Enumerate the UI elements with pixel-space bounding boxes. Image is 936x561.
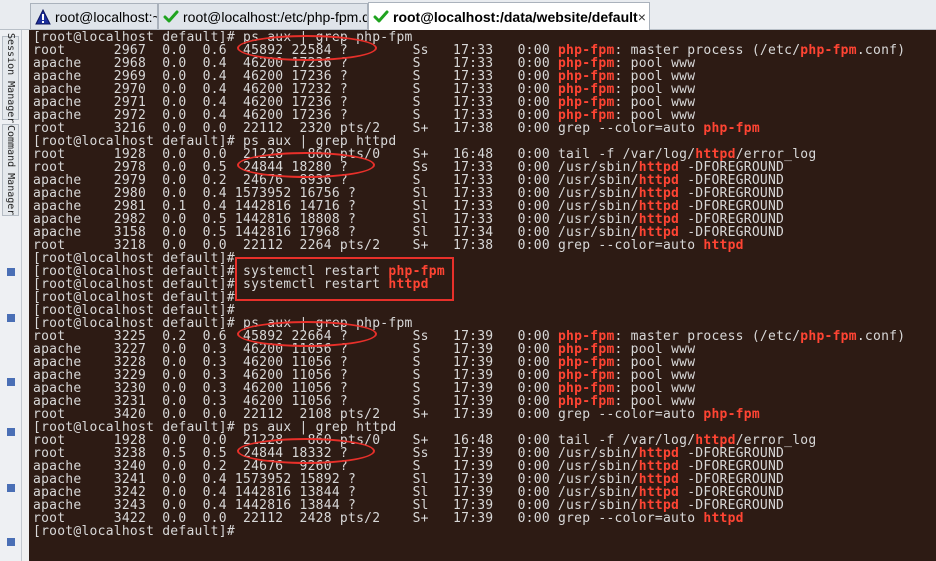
sidebar-marker-icon (7, 484, 15, 492)
tab-label: root@localhost:/etc/php-fpm.d (183, 8, 368, 25)
highlight-match: php-fpm (703, 121, 760, 136)
sidebar-marker-icon (7, 538, 15, 546)
highlight-match: php-fpm (703, 407, 760, 422)
session-manager-label: Session Manager (5, 32, 16, 124)
annotation-ellipse-httpd-after (237, 438, 375, 464)
tab-label: root@localhost:/data/website/default (393, 8, 638, 25)
sidebar-marker-icon (7, 428, 15, 436)
tab-root-home[interactable]: root@localhost:~ (30, 3, 158, 29)
highlight-match: httpd (703, 511, 744, 526)
session-manager-tab[interactable]: Session Manager (2, 32, 19, 124)
left-sidebar: Session Manager Command Manager (0, 30, 22, 561)
tab-data-website-default[interactable]: root@localhost:/data/website/default × (368, 2, 650, 30)
tab-close-icon[interactable]: × (638, 9, 646, 25)
sidebar-marker-icon (7, 314, 15, 322)
warning-triangle-icon (35, 8, 51, 24)
sidebar-marker-icon (7, 268, 15, 276)
annotation-rect-restart-commands (235, 257, 454, 301)
command-manager-tab[interactable]: Command Manager (2, 124, 19, 216)
annotation-ellipse-httpd-before (237, 152, 375, 178)
green-check-icon (163, 10, 179, 22)
tab-label: root@localhost:~ (55, 8, 158, 25)
terminal-window[interactable]: [root@localhost default]# ps aux | grep … (29, 30, 936, 561)
terminal-output: [root@localhost default]# ps aux | grep … (33, 31, 905, 538)
command-manager-label: Command Manager (5, 124, 16, 216)
annotation-ellipse-php-fpm-after (237, 321, 377, 347)
highlight-match: httpd (703, 238, 744, 253)
terminal-line: [root@localhost default]# (33, 524, 235, 539)
tab-bar: root@localhost:~ root@localhost:/etc/php… (0, 0, 936, 30)
tab-php-fpm-d[interactable]: root@localhost:/etc/php-fpm.d (158, 3, 368, 29)
annotation-ellipse-php-fpm-before (237, 35, 377, 61)
sidebar-marker-icon (7, 378, 15, 386)
green-check-icon (373, 10, 389, 22)
highlight-match: php-fpm (800, 43, 857, 58)
highlight-match: php-fpm (800, 329, 857, 344)
